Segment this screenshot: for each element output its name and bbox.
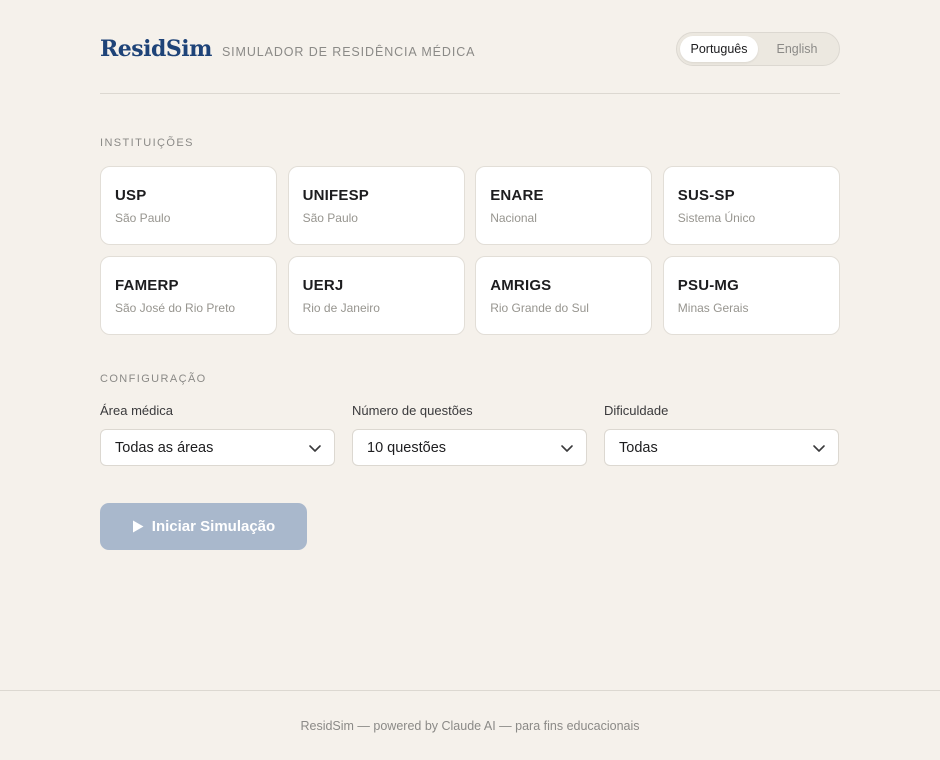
institution-region: Sistema Único <box>677 211 756 225</box>
area-select[interactable]: Todas as áreas <box>100 429 335 466</box>
institution-name: USP <box>115 187 147 204</box>
institution-name: FAMERP <box>115 277 179 294</box>
institution-name: PSU-MG <box>677 277 739 294</box>
institution-card-usp[interactable]: USP São Paulo <box>100 166 277 245</box>
page: ResidSim Simulador de Residência Médica … <box>0 0 940 760</box>
institution-card-psu-mg[interactable]: PSU-MG Minas Gerais <box>662 256 840 335</box>
institution-name: UNIFESP <box>302 187 370 204</box>
question-count-label: Número de questões <box>352 403 473 418</box>
institutions-section-label: Instituições <box>100 137 194 149</box>
header: ResidSim Simulador de Residência Médica … <box>100 32 840 94</box>
difficulty-field: Dificuldade Todas <box>604 403 839 466</box>
language-option-portugues[interactable]: Português <box>680 36 758 62</box>
institution-name: SUS-SP <box>677 187 735 204</box>
institution-region: Nacional <box>490 211 537 225</box>
footer-text: ResidSim — powered by Claude AI — para f… <box>300 718 640 733</box>
institution-card-unifesp[interactable]: UNIFESP São Paulo <box>287 166 465 245</box>
difficulty-select-value: Todas <box>619 439 658 456</box>
institution-region: São Paulo <box>302 211 358 225</box>
brand: ResidSim Simulador de Residência Médica <box>100 36 475 62</box>
institution-region: Rio Grande do Sul <box>490 301 589 315</box>
institution-card-uerj[interactable]: UERJ Rio de Janeiro <box>287 256 465 335</box>
config-row: Área médica Todas as áreas Número de que… <box>100 403 840 466</box>
institution-card-famerp[interactable]: FAMERP São José do Rio Preto <box>100 256 277 335</box>
start-simulation-label: Iniciar Simulação <box>151 518 276 535</box>
institution-region: São José do Rio Preto <box>115 301 236 315</box>
start-simulation-button[interactable]: Iniciar Simulação <box>100 503 307 550</box>
institution-card-amrigs[interactable]: AMRIGS Rio Grande do Sul <box>475 256 653 335</box>
area-field: Área médica Todas as áreas <box>100 403 335 466</box>
difficulty-select[interactable]: Todas <box>604 429 839 466</box>
question-count-select-value: 10 questões <box>367 439 447 456</box>
chevron-down-icon <box>309 445 321 452</box>
difficulty-label: Dificuldade <box>604 403 669 418</box>
institution-name: ENARE <box>490 187 544 204</box>
chevron-down-icon <box>813 445 825 452</box>
area-label: Área médica <box>100 403 173 418</box>
play-icon <box>132 520 144 533</box>
logo: ResidSim <box>100 36 212 62</box>
tagline: Simulador de Residência Médica <box>221 45 476 59</box>
footer: ResidSim — powered by Claude AI — para f… <box>0 690 940 760</box>
institution-region: São Paulo <box>115 211 171 225</box>
institution-grid: USP São Paulo UNIFESP São Paulo ENARE Na… <box>100 166 840 335</box>
language-option-english[interactable]: English <box>758 36 836 62</box>
area-select-value: Todas as áreas <box>115 439 214 456</box>
institution-region: Minas Gerais <box>677 301 749 315</box>
institution-name: AMRIGS <box>490 277 552 294</box>
language-toggle: Português English <box>676 32 840 66</box>
config-section-label: Configuração <box>100 373 207 385</box>
chevron-down-icon <box>561 445 573 452</box>
institution-card-enare[interactable]: ENARE Nacional <box>475 166 653 245</box>
institution-name: UERJ <box>302 277 344 294</box>
institution-card-sus-sp[interactable]: SUS-SP Sistema Único <box>662 166 840 245</box>
question-count-field: Número de questões 10 questões <box>352 403 587 466</box>
institution-region: Rio de Janeiro <box>302 301 380 315</box>
question-count-select[interactable]: 10 questões <box>352 429 587 466</box>
